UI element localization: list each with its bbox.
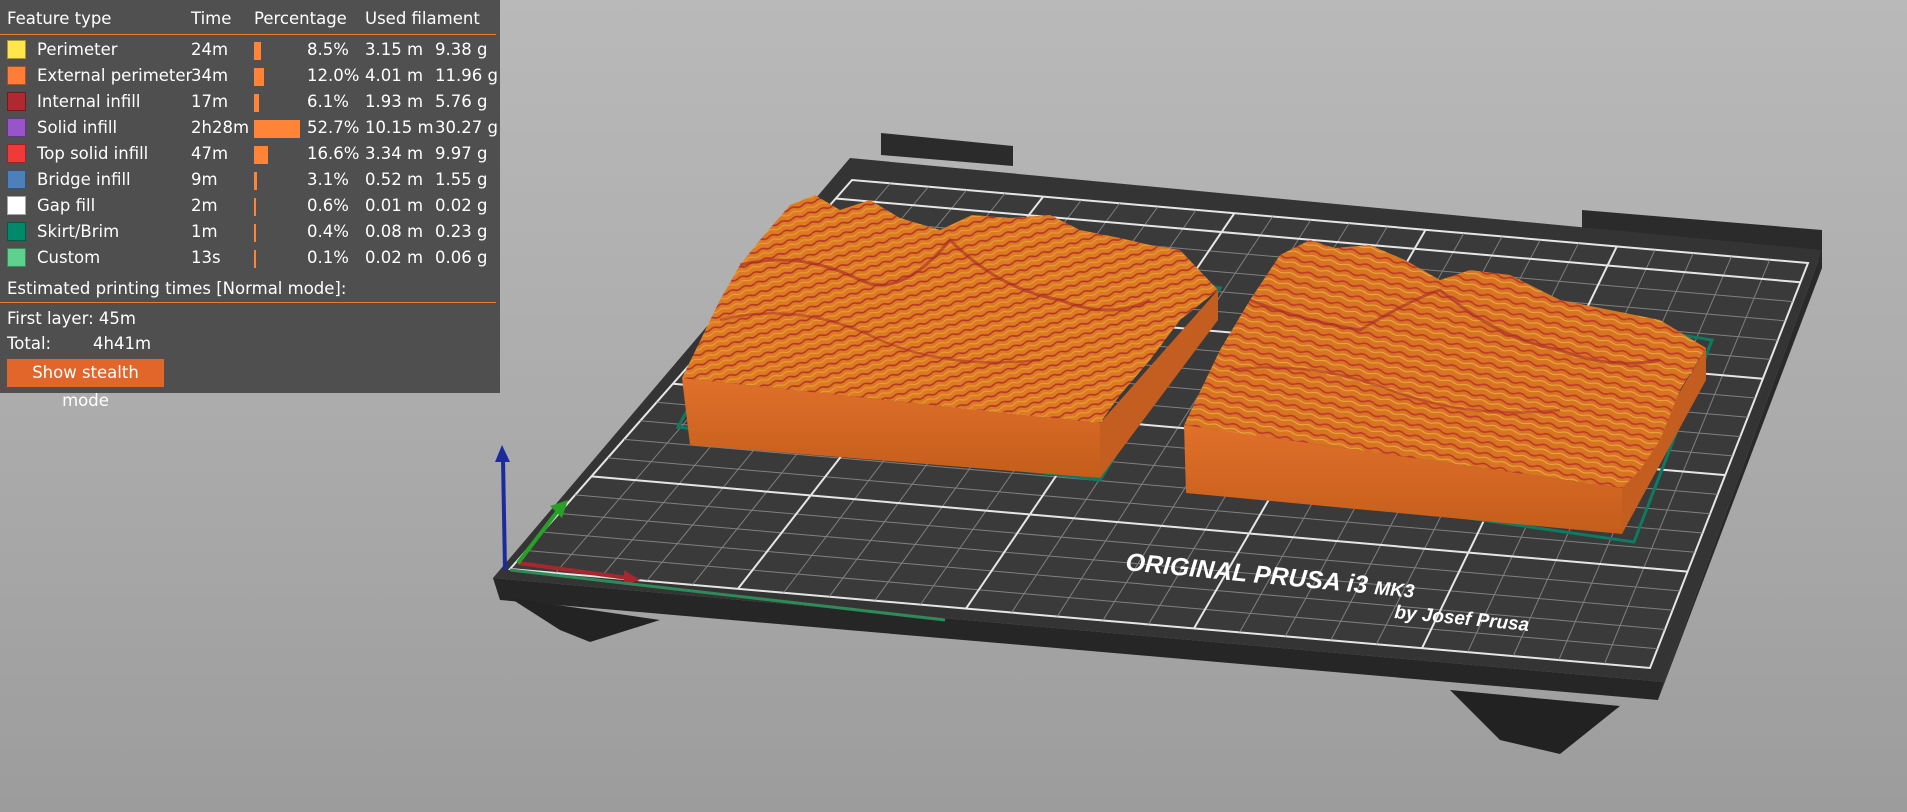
feature-length: 0.02 m	[365, 248, 424, 267]
column-percentage: Percentage	[254, 9, 347, 28]
feature-weight: 0.23 g	[435, 222, 488, 241]
legend-header: Feature type Time Percentage Used filame…	[0, 9, 500, 31]
feature-color-swatch	[7, 144, 26, 163]
feature-name: Custom	[37, 248, 101, 267]
feature-name: Perimeter	[37, 40, 118, 59]
feature-percentage: 3.1%	[307, 170, 349, 189]
feature-time: 24m	[191, 40, 229, 59]
percentage-bar	[254, 198, 256, 216]
feature-percentage: 6.1%	[307, 92, 349, 111]
feature-percentage: 12.0%	[307, 66, 360, 85]
feature-color-swatch	[7, 118, 26, 137]
feature-weight: 0.02 g	[435, 196, 488, 215]
feature-name: Top solid infill	[37, 144, 149, 163]
feature-color-swatch	[7, 248, 26, 267]
first-layer-time: First layer: 45m	[7, 309, 136, 328]
feature-color-swatch	[7, 40, 26, 59]
legend-row: Skirt/Brim 1m 0.4% 0.08 m 0.23 g	[0, 220, 500, 246]
feature-weight: 5.76 g	[435, 92, 488, 111]
percentage-bar	[254, 224, 256, 242]
percentage-bar	[254, 172, 257, 190]
feature-weight: 30.27 g	[435, 118, 498, 137]
feature-percentage: 0.4%	[307, 222, 349, 241]
column-used-filament: Used filament	[365, 9, 480, 28]
feature-length: 0.52 m	[365, 170, 424, 189]
feature-color-swatch	[7, 66, 26, 85]
percentage-bar	[254, 146, 269, 164]
total-value: 4h41m	[93, 334, 152, 353]
feature-time: 1m	[191, 222, 218, 241]
brand-model: MK3	[1373, 578, 1415, 603]
feature-weight: 11.96 g	[435, 66, 498, 85]
feature-name: External perimeter	[37, 66, 193, 85]
feature-percentage: 16.6%	[307, 144, 360, 163]
percentage-bar	[254, 120, 300, 138]
feature-name: Solid infill	[37, 118, 118, 137]
percentage-bar	[254, 94, 260, 112]
feature-length: 0.08 m	[365, 222, 424, 241]
feature-length: 1.93 m	[365, 92, 424, 111]
legend-row: Gap fill 2m 0.6% 0.01 m 0.02 g	[0, 194, 500, 220]
feature-time: 47m	[191, 144, 229, 163]
feature-weight: 0.06 g	[435, 248, 488, 267]
feature-color-swatch	[7, 92, 26, 111]
legend-row: Custom 13s 0.1% 0.02 m 0.06 g	[0, 246, 500, 272]
feature-percentage: 8.5%	[307, 40, 349, 59]
legend-row: Internal infill 17m 6.1% 1.93 m 5.76 g	[0, 90, 500, 116]
percentage-bar	[254, 250, 256, 268]
feature-percentage: 0.1%	[307, 248, 349, 267]
feature-length: 10.15 m	[365, 118, 434, 137]
feature-color-swatch	[7, 222, 26, 241]
feature-length: 3.15 m	[365, 40, 424, 59]
feature-weight: 1.55 g	[435, 170, 488, 189]
total-label: Total:	[7, 334, 52, 353]
feature-weight: 9.38 g	[435, 40, 488, 59]
feature-time: 2m	[191, 196, 218, 215]
feature-time: 2h28m	[191, 118, 250, 137]
feature-time: 9m	[191, 170, 218, 189]
estimated-times-divider	[0, 302, 496, 303]
feature-weight: 9.97 g	[435, 144, 488, 163]
legend-row: Top solid infill 47m 16.6% 3.34 m 9.97 g	[0, 142, 500, 168]
feature-time: 13s	[191, 248, 221, 267]
feature-time: 17m	[191, 92, 229, 111]
legend-row: Bridge infill 9m 3.1% 0.52 m 1.55 g	[0, 168, 500, 194]
percentage-bar	[254, 42, 262, 60]
feature-percentage: 52.7%	[307, 118, 360, 137]
show-stealth-mode-button[interactable]: Show stealth mode	[7, 359, 164, 410]
feature-name: Bridge infill	[37, 170, 131, 189]
feature-name: Skirt/Brim	[37, 222, 120, 241]
feature-color-swatch	[7, 170, 26, 189]
feature-percentage: 0.6%	[307, 196, 349, 215]
print-statistics-legend: Feature type Time Percentage Used filame…	[0, 0, 500, 410]
legend-row: Solid infill 2h28m 52.7% 10.15 m 30.27 g	[0, 116, 500, 142]
feature-length: 3.34 m	[365, 144, 424, 163]
feature-color-swatch	[7, 196, 26, 215]
feature-length: 4.01 m	[365, 66, 424, 85]
column-time: Time	[191, 9, 232, 28]
legend-row: External perimeter 34m 12.0% 4.01 m 11.96 g	[0, 64, 500, 90]
feature-name: Gap fill	[37, 196, 96, 215]
feature-length: 0.01 m	[365, 196, 424, 215]
column-feature-type: Feature type	[7, 9, 112, 28]
legend-divider	[0, 34, 496, 35]
feature-time: 34m	[191, 66, 229, 85]
estimated-times-title: Estimated printing times [Normal mode]:	[7, 279, 347, 298]
feature-name: Internal infill	[37, 92, 141, 111]
legend-row: Perimeter 24m 8.5% 3.15 m 9.38 g	[0, 38, 500, 64]
percentage-bar	[254, 68, 265, 86]
